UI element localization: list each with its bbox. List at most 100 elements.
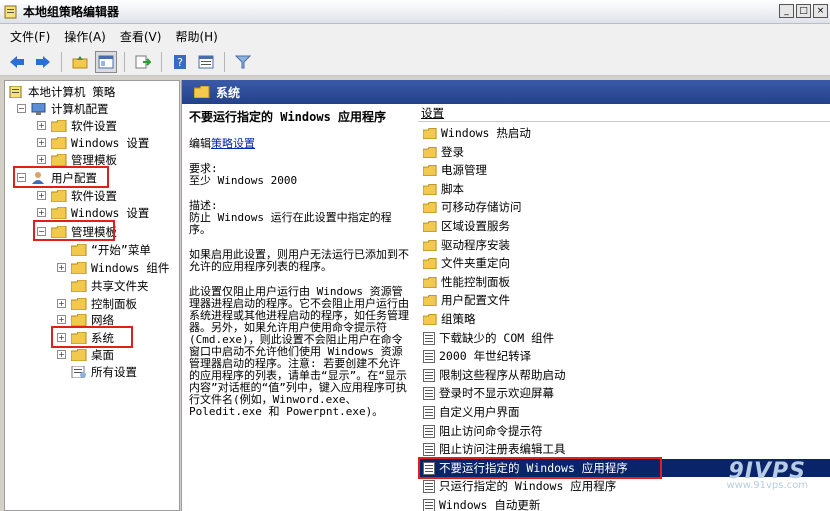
menu-file[interactable]: 文件(F) bbox=[10, 28, 50, 45]
list-item-folder[interactable]: 文件夹重定向 bbox=[418, 254, 830, 272]
folder-icon bbox=[51, 119, 67, 132]
watermark-url: www.91vps.com bbox=[726, 480, 808, 491]
tree-item-control-panel[interactable]: + 控制面板 bbox=[57, 295, 137, 312]
folder-icon bbox=[71, 279, 87, 292]
tree-item-local-policy[interactable]: 本地计算机 策略 bbox=[8, 83, 115, 100]
folder-icon bbox=[423, 239, 437, 251]
tree-item-computer-windows[interactable]: + Windows 设置 bbox=[37, 134, 149, 151]
export-list-button[interactable] bbox=[132, 51, 154, 73]
tree-item-windows-components[interactable]: + Windows 组件 bbox=[57, 259, 169, 276]
tree-item-start-menu[interactable]: “开始”菜单 bbox=[71, 241, 151, 258]
computer-icon bbox=[31, 102, 46, 115]
tree-item-computer-software[interactable]: + 软件设置 bbox=[37, 117, 117, 134]
edit-policy-line: 编辑策略设置 bbox=[189, 138, 411, 150]
expand-icon[interactable]: + bbox=[57, 315, 66, 324]
highlight-box-user-config bbox=[13, 166, 109, 188]
list-item-setting[interactable]: 限制这些程序从帮助启动 bbox=[418, 366, 830, 384]
tree-item-computer-config[interactable]: − 计算机配置 bbox=[17, 100, 109, 117]
list-item-setting[interactable]: 自定义用户界面 bbox=[418, 403, 830, 421]
all-settings-icon bbox=[71, 365, 86, 378]
list-item-setting[interactable]: Windows 自动更新 bbox=[418, 496, 830, 511]
expand-icon[interactable]: + bbox=[37, 121, 46, 130]
list-item-folder[interactable]: 可移动存储访问 bbox=[418, 198, 830, 216]
list-item-setting[interactable]: 阻止访问注册表编辑工具 bbox=[418, 440, 830, 458]
list-item-label: Windows 热启动 bbox=[441, 126, 531, 140]
requirements-text: 要求: 至少 Windows 2000 bbox=[189, 162, 298, 187]
filter-button[interactable] bbox=[232, 51, 254, 73]
list-item-label: 登录 bbox=[441, 145, 464, 159]
edit-policy-link[interactable]: 策略设置 bbox=[211, 137, 255, 150]
list-item-folder[interactable]: 电源管理 bbox=[418, 161, 830, 179]
folder-icon bbox=[51, 136, 67, 149]
policy-document-icon bbox=[9, 85, 22, 98]
expand-icon[interactable]: + bbox=[57, 350, 66, 359]
list-item-setting[interactable]: 登录时不显示欢迎屏幕 bbox=[418, 384, 830, 402]
tree-item-shared-folders[interactable]: 共享文件夹 bbox=[71, 277, 149, 294]
folder-icon bbox=[194, 86, 210, 98]
collapse-icon[interactable]: − bbox=[17, 104, 26, 113]
pane-title: 系统 bbox=[216, 85, 241, 100]
list-item-folder[interactable]: 驱动程序安装 bbox=[418, 236, 830, 254]
tree-item-all-settings[interactable]: 所有设置 bbox=[71, 363, 137, 380]
back-button[interactable] bbox=[6, 51, 28, 73]
toolbar-separator bbox=[161, 51, 162, 72]
folder-icon bbox=[71, 348, 87, 361]
list-item-setting[interactable]: 下载缺少的 COM 组件 bbox=[418, 329, 830, 347]
export-list-icon bbox=[135, 55, 151, 68]
expand-icon[interactable]: + bbox=[37, 155, 46, 164]
help-icon: ? bbox=[174, 54, 186, 69]
window-title: 本地组策略编辑器 bbox=[23, 5, 120, 19]
list-item-label: 区域设置服务 bbox=[441, 219, 510, 233]
list-item-folder[interactable]: 用户配置文件 bbox=[418, 291, 830, 309]
list-item-folder[interactable]: 组策略 bbox=[418, 310, 830, 328]
forward-arrow-icon bbox=[36, 55, 50, 68]
menu-help[interactable]: 帮助(H) bbox=[175, 28, 217, 45]
close-button[interactable]: × bbox=[813, 4, 828, 18]
folder-icon bbox=[423, 183, 437, 195]
help-button[interactable]: ? bbox=[169, 51, 191, 73]
tree-label: 本地计算机 策略 bbox=[28, 84, 116, 99]
folder-icon bbox=[51, 206, 67, 219]
list-item-folder[interactable]: Windows 热启动 bbox=[418, 124, 830, 142]
tree-label: Windows 设置 bbox=[71, 135, 150, 150]
folder-icon bbox=[423, 164, 437, 176]
expand-icon[interactable]: + bbox=[37, 138, 46, 147]
list-item-folder[interactable]: 登录 bbox=[418, 143, 830, 161]
description-paragraph-1: 如果启用此设置，则用户无法运行已添加到不允许的应用程序列表的程序。 bbox=[189, 248, 409, 273]
folder-icon bbox=[423, 201, 437, 213]
expand-icon[interactable]: + bbox=[57, 263, 66, 272]
list-item-setting[interactable]: 2000 年世纪转译 bbox=[418, 347, 830, 365]
list-item-setting[interactable]: 阻止访问命令提示符 bbox=[418, 422, 830, 440]
tree-item-user-windows[interactable]: + Windows 设置 bbox=[37, 204, 149, 221]
expand-icon[interactable]: + bbox=[57, 299, 66, 308]
maximize-button[interactable]: □ bbox=[796, 4, 811, 18]
tree-item-desktop[interactable]: + 桌面 bbox=[57, 346, 114, 363]
list-item-label: 阻止访问命令提示符 bbox=[439, 424, 543, 438]
expand-icon[interactable]: + bbox=[37, 208, 46, 217]
expand-icon[interactable]: + bbox=[37, 191, 46, 200]
column-header-setting[interactable]: 设置 bbox=[418, 104, 830, 122]
show-hide-tree-button[interactable] bbox=[95, 50, 117, 73]
up-one-level-button[interactable] bbox=[69, 51, 91, 73]
properties-button[interactable] bbox=[195, 51, 217, 73]
forward-button[interactable] bbox=[32, 51, 54, 73]
folder-icon bbox=[71, 261, 87, 274]
description-paragraph-2: 此设置仅阻止用户运行由 Windows 资源管理器进程启动的程序。它不会阻止用户… bbox=[189, 285, 409, 418]
tree-item-user-software[interactable]: + 软件设置 bbox=[37, 187, 117, 204]
list-item-folder[interactable]: 性能控制面板 bbox=[418, 273, 830, 291]
list-item-folder[interactable]: 区域设置服务 bbox=[418, 217, 830, 235]
description-text: 描述: 防止 Windows 运行在此设置中指定的程序。 bbox=[189, 199, 392, 236]
description-panel: 不要运行指定的 Windows 应用程序 编辑策略设置 要求: 至少 Windo… bbox=[189, 110, 411, 511]
list-item-label: 用户配置文件 bbox=[441, 293, 510, 307]
menu-action[interactable]: 操作(A) bbox=[64, 28, 106, 45]
tree-label: 共享文件夹 bbox=[91, 278, 149, 293]
folder-icon bbox=[51, 153, 67, 166]
folder-icon bbox=[423, 220, 437, 232]
toolbar: ? bbox=[0, 48, 830, 76]
list-item-folder[interactable]: 脚本 bbox=[418, 180, 830, 198]
toolbar-separator bbox=[224, 51, 225, 72]
list-item-label: 登录时不显示欢迎屏幕 bbox=[439, 386, 554, 400]
menu-view[interactable]: 查看(V) bbox=[120, 28, 162, 45]
up-folder-icon bbox=[72, 55, 88, 68]
minimize-button[interactable]: _ bbox=[779, 4, 794, 18]
